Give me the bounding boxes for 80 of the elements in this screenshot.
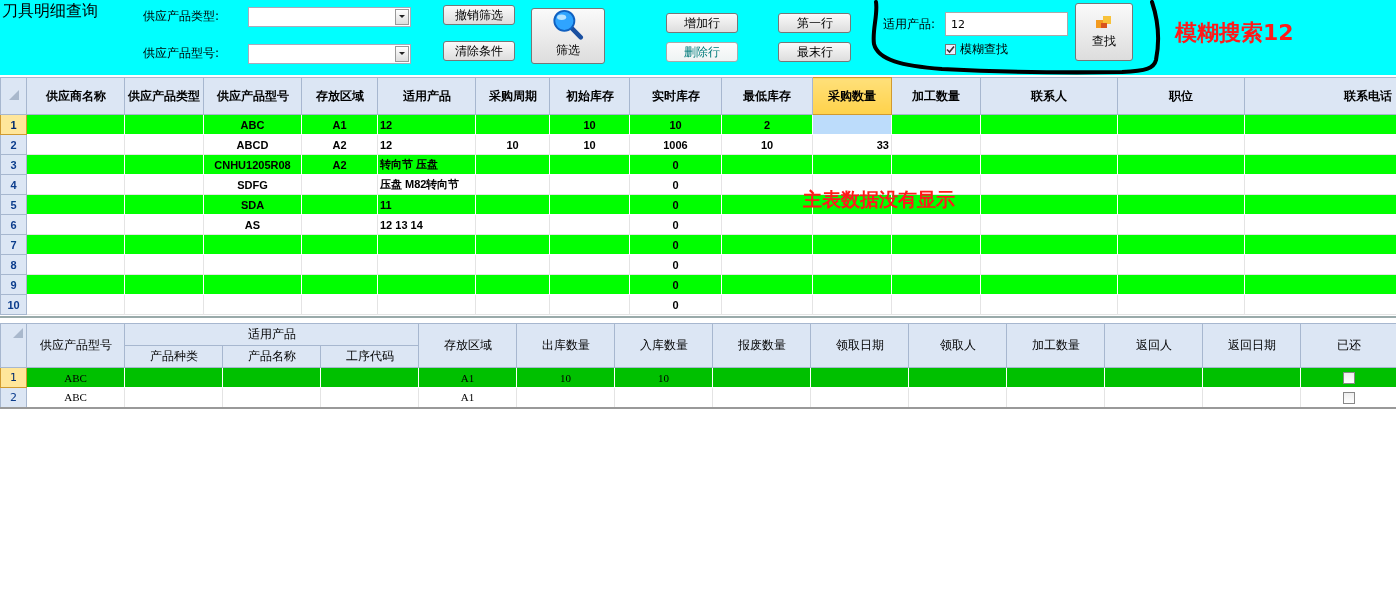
magnifier-icon (551, 9, 585, 40)
column-header[interactable]: 出库数量 (516, 323, 615, 368)
table-cell: A2 (301, 134, 378, 155)
caret-icon (399, 15, 405, 18)
column-header[interactable]: 返回人 (1104, 323, 1203, 368)
table-cell: 10 (475, 134, 550, 155)
row-number[interactable]: 3 (0, 154, 27, 175)
row-number[interactable]: 6 (0, 214, 27, 235)
text-button[interactable]: 最末行 (778, 42, 851, 62)
checkbox[interactable] (945, 44, 956, 55)
column-header[interactable]: 最低库存 (721, 77, 813, 115)
column-header[interactable]: 采购周期 (475, 77, 550, 115)
field-label: 供应产品型号: (143, 45, 221, 62)
column-header[interactable]: 供应商名称 (26, 77, 125, 115)
row-number[interactable]: 1 (0, 367, 27, 388)
filter-button[interactable]: 筛选 (531, 8, 605, 64)
text-button[interactable]: 删除行 (666, 42, 738, 62)
table-cell: 0 (629, 174, 722, 195)
field-label: 供应产品类型: (143, 8, 221, 25)
row-number[interactable]: 5 (0, 194, 27, 215)
text-button[interactable]: 增加行 (666, 13, 738, 33)
checkbox[interactable] (1343, 392, 1355, 404)
column-header[interactable]: 实时库存 (629, 77, 722, 115)
field-label: 适用产品: (883, 15, 936, 33)
row-number[interactable]: 1 (0, 114, 27, 135)
text-button[interactable]: 第一行 (778, 13, 851, 33)
column-header[interactable]: 领取日期 (810, 323, 909, 368)
table-cell: 10 (549, 134, 630, 155)
caret-icon (399, 52, 405, 55)
column-header[interactable]: 领取人 (908, 323, 1007, 368)
column-header[interactable]: 联系人 (980, 77, 1118, 115)
table-cell: 12 (377, 134, 476, 155)
search-field[interactable]: 12 (945, 12, 1068, 36)
column-header[interactable]: 职位 (1117, 77, 1245, 115)
row-number[interactable]: 10 (0, 294, 27, 315)
dropdown-field[interactable] (248, 43, 411, 64)
corner-icon (8, 89, 19, 100)
column-header[interactable]: 返回日期 (1202, 323, 1301, 368)
table-cell: 10 (721, 134, 813, 155)
text-button[interactable]: 撤销筛选 (443, 5, 515, 25)
text-button[interactable]: 清除条件 (443, 41, 515, 61)
row-number[interactable]: 7 (0, 234, 27, 255)
column-header[interactable]: 供应产品类型 (124, 77, 204, 115)
checkbox[interactable] (1343, 372, 1355, 385)
table-cell: 0 (629, 294, 722, 315)
find-button[interactable]: 查找 (1075, 3, 1133, 61)
boxes-icon (1095, 14, 1113, 29)
column-header[interactable]: 入库数量 (614, 323, 713, 368)
column-header[interactable]: 报废数量 (712, 323, 811, 368)
row-number[interactable]: 2 (0, 387, 27, 408)
annotation-text: 模糊搜索12 (1175, 19, 1294, 47)
column-header[interactable]: 适用产品 (377, 77, 476, 115)
dropdown-field[interactable] (248, 6, 411, 27)
table-cell: AS (203, 214, 302, 235)
table-cell: 12 13 14 (377, 214, 476, 235)
column-header[interactable]: 已还 (1300, 323, 1396, 368)
table-cell: 0 (629, 254, 722, 275)
row-number[interactable]: 4 (0, 174, 27, 195)
table-cell: SDFG (203, 174, 302, 195)
checkbox-label: 模糊查找 (960, 41, 1008, 58)
column-header[interactable]: 初始库存 (549, 77, 630, 115)
table-cell: 33 (812, 134, 892, 155)
row-number[interactable]: 8 (0, 254, 27, 275)
table-cell: ABCD (203, 134, 302, 155)
column-header[interactable]: 存放区域 (301, 77, 378, 115)
table-cell: 压盘 M82转向节 (377, 174, 476, 195)
table-cell: 0 (629, 214, 722, 235)
row-number[interactable]: 9 (0, 274, 27, 295)
column-header[interactable]: 联系电话 (1244, 77, 1396, 115)
row-number[interactable]: 2 (0, 134, 27, 155)
column-header[interactable]: 加工数量 (891, 77, 981, 115)
column-group-header: 适用产品 (124, 323, 419, 346)
window-title: 刀具明细查询 (1, 0, 99, 22)
column-header[interactable]: 供应产品型号 (203, 77, 302, 115)
column-header[interactable]: 加工数量 (1006, 323, 1105, 368)
column-header[interactable]: 供应产品型号 (26, 323, 125, 368)
corner-icon (13, 328, 23, 338)
column-header[interactable]: 采购数量 (812, 77, 892, 115)
column-header[interactable]: 存放区域 (418, 323, 517, 368)
table-cell: 1006 (629, 134, 722, 155)
